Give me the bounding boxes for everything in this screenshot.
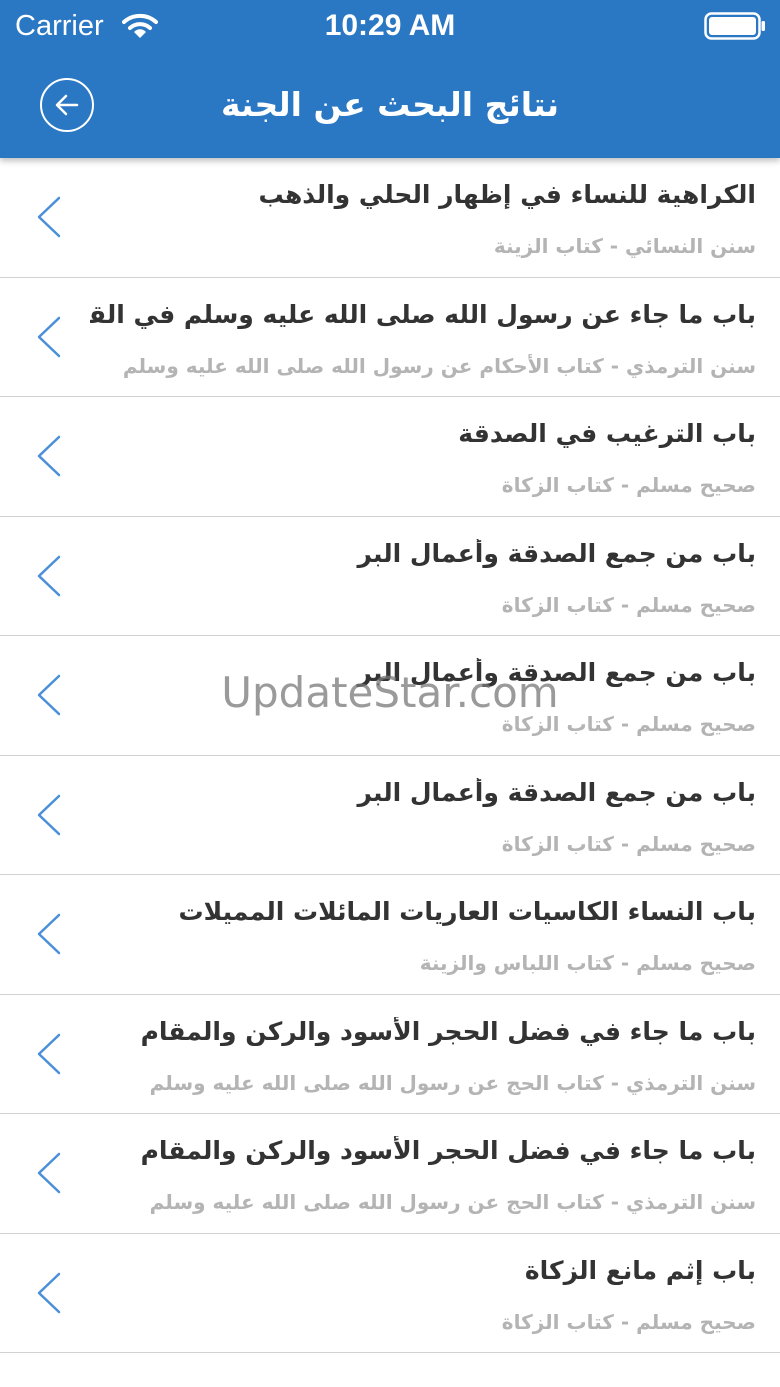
result-subtitle: صحيح مسلم - كتاب الزكاة: [501, 831, 756, 856]
result-title: باب الترغيب في الصدقة: [458, 419, 756, 448]
result-row-1[interactable]: الكراهية للنساء في إظهار الحلي والذهب سن…: [0, 158, 780, 278]
chevron-left-icon: [37, 555, 61, 596]
result-subtitle: صحيح مسلم - كتاب الزكاة: [501, 1309, 756, 1334]
result-subtitle: سنن النسائي - كتاب الزينة: [493, 234, 756, 258]
chevron-left-icon: [37, 435, 61, 477]
result-subtitle: سنن الترمذي - كتاب الأحكام عن رسول الله …: [122, 353, 756, 378]
result-row-5[interactable]: باب من جمع الصدقة وأعمال البر صحيح مسلم …: [0, 636, 780, 756]
chevron-left-icon: [37, 316, 61, 357]
result-subtitle: سنن الترمذي - كتاب الحج عن رسول الله صلى…: [149, 1070, 756, 1095]
result-subtitle: سنن الترمذي - كتاب الحج عن رسول الله صلى…: [149, 1190, 756, 1214]
status-bar: Carrier 10:29 AM: [0, 0, 780, 54]
result-subtitle: صحيح مسلم - كتاب الزكاة: [501, 592, 756, 617]
chevron-left-icon: [37, 1033, 61, 1074]
chevron-left-icon: [37, 1152, 61, 1194]
result-title: باب من جمع الصدقة وأعمال البر: [357, 538, 756, 568]
chevron-left-icon: [37, 674, 61, 716]
result-title: باب إثم مانع الزكاة: [524, 1255, 756, 1285]
result-row-3[interactable]: باب الترغيب في الصدقة صحيح مسلم - كتاب ا…: [0, 397, 780, 517]
result-title: باب من جمع الصدقة وأعمال البر: [357, 658, 756, 687]
search-results-list[interactable]: الكراهية للنساء في إظهار الحلي والذهب سن…: [0, 158, 780, 1387]
status-time: 10:29 AM: [324, 9, 456, 42]
result-row-9[interactable]: باب ما جاء في فضل الحجر الأسود والركن وا…: [0, 1114, 780, 1234]
chevron-left-icon: [37, 1272, 61, 1313]
navigation-header: Carrier 10:29 AM نتائج البحث عن الجنة: [0, 0, 780, 158]
result-title: الكراهية للنساء في إظهار الحلي والذهب: [258, 180, 756, 209]
result-title: باب ما جاء في فضل الحجر الأسود والركن وا…: [140, 1136, 756, 1165]
result-row-6[interactable]: باب من جمع الصدقة وأعمال البر صحيح مسلم …: [0, 756, 780, 875]
result-subtitle: صحيح مسلم - كتاب اللباس والزينة: [419, 951, 756, 975]
result-subtitle: صحيح مسلم - كتاب الزكاة: [501, 473, 756, 497]
result-title: باب النساء الكاسيات العاريات المائلات ال…: [178, 897, 757, 926]
chevron-left-icon: [37, 794, 61, 835]
result-row-10[interactable]: باب إثم مانع الزكاة صحيح مسلم - كتاب الز…: [0, 1234, 780, 1353]
result-row-2[interactable]: باب ما جاء عن رسول الله صلى الله عليه وس…: [0, 278, 780, 397]
result-row-4[interactable]: باب من جمع الصدقة وأعمال البر صحيح مسلم …: [0, 517, 780, 636]
battery-icon: [704, 12, 765, 40]
result-title: باب ما جاء عن رسول الله صلى الله عليه وس…: [90, 299, 756, 329]
chevron-left-icon: [37, 196, 61, 238]
chevron-left-icon: [37, 913, 61, 955]
result-row-8[interactable]: باب ما جاء في فضل الحجر الأسود والركن وا…: [0, 995, 780, 1114]
back-button[interactable]: [40, 78, 94, 132]
result-row-7[interactable]: باب النساء الكاسيات العاريات المائلات ال…: [0, 875, 780, 995]
result-title: باب من جمع الصدقة وأعمال البر: [357, 777, 756, 807]
result-title: باب ما جاء في فضل الحجر الأسود والركن وا…: [140, 1016, 756, 1046]
page-title: نتائج البحث عن الجنة: [221, 85, 559, 124]
arrow-left-icon: [55, 94, 79, 116]
result-subtitle: صحيح مسلم - كتاب الزكاة: [501, 712, 756, 736]
